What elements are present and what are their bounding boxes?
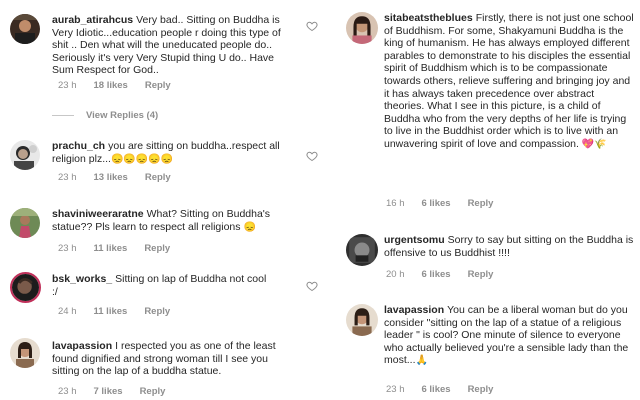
avatar[interactable] — [10, 338, 40, 368]
comment-time: 20 h — [386, 269, 405, 280]
reply-button[interactable]: Reply — [468, 384, 494, 395]
comment-text: lavapassion You can be a liberal woman bu… — [384, 304, 630, 367]
right-comment-column: sitabeatstheblues Firstly, there is not j… — [340, 0, 640, 400]
comment-likes[interactable]: 6 likes — [422, 198, 451, 209]
comment-likes[interactable]: 13 likes — [94, 172, 128, 183]
comment-text: lavapassion I respected you as one of the… — [52, 340, 298, 378]
comment-likes[interactable]: 11 likes — [94, 306, 128, 317]
sad-face-emojis: 😞😞😞😞😞 — [110, 153, 174, 165]
comment-username[interactable]: shaviniweeraratne — [52, 208, 144, 220]
comment-username[interactable]: sitabeatstheblues — [384, 12, 473, 24]
comment-likes[interactable]: 7 likes — [94, 386, 123, 397]
avatar[interactable] — [10, 14, 40, 44]
comment-meta: 23 h 6 likes Reply — [386, 384, 510, 395]
avatar[interactable] — [346, 234, 378, 266]
comment-time: 23 h — [58, 243, 77, 254]
comment-username[interactable]: aurab_atirahcus — [52, 14, 133, 26]
comment-text: shaviniweeraratne What? Sitting on Buddha… — [52, 208, 288, 233]
comment-text: aurab_atirahcus Very bad.. Sitting on Bud… — [52, 14, 294, 77]
heart-wheat-emojis: 💖🌾 — [581, 138, 607, 150]
comment-text: bsk_works_ Sitting on lap of Buddha not c… — [52, 273, 272, 298]
heart-outline-icon[interactable] — [306, 280, 318, 292]
reply-button[interactable]: Reply — [145, 172, 171, 183]
comment-likes[interactable]: 11 likes — [94, 243, 128, 254]
reply-button[interactable]: Reply — [144, 243, 170, 254]
comment-username[interactable]: bsk_works_ — [52, 273, 112, 285]
avatar[interactable] — [10, 272, 41, 303]
reply-button[interactable]: Reply — [140, 386, 166, 397]
comment-body: Firstly, there is not just one school of… — [384, 12, 634, 150]
reply-button[interactable]: Reply — [468, 269, 494, 280]
comment-text: sitabeatstheblues Firstly, there is not j… — [384, 12, 636, 151]
reply-button[interactable]: Reply — [468, 198, 494, 209]
comment-time: 16 h — [386, 198, 405, 209]
comment-meta: 16 h 6 likes Reply — [386, 198, 510, 209]
comment-text: prachu_ch you are sitting on buddha..resp… — [52, 140, 290, 165]
comment-time: 23 h — [58, 80, 77, 91]
comment-likes[interactable]: 6 likes — [422, 384, 451, 395]
heart-outline-icon[interactable] — [306, 20, 318, 32]
comment-username[interactable]: lavapassion — [52, 340, 112, 352]
comment-username[interactable]: lavapassion — [384, 304, 444, 316]
avatar[interactable] — [346, 304, 378, 336]
view-replies-button[interactable]: View Replies (4) — [52, 110, 158, 121]
comment-likes[interactable]: 6 likes — [422, 269, 451, 280]
comment-meta: 23 h 7 likes Reply — [58, 386, 182, 397]
comment-likes[interactable]: 18 likes — [94, 80, 128, 91]
comment-username[interactable]: urgentsomu — [384, 234, 445, 246]
comment-username[interactable]: prachu_ch — [52, 140, 105, 152]
comment-text: urgentsomu Sorry to say but sitting on th… — [384, 234, 634, 259]
comment-time: 23 h — [58, 386, 77, 397]
avatar[interactable] — [10, 208, 40, 238]
comment-meta: 23 h 18 likes Reply — [58, 80, 188, 91]
praying-hands-emoji: 🙏 — [415, 355, 428, 367]
heart-outline-icon[interactable] — [306, 150, 318, 162]
comment-meta: 23 h 13 likes Reply — [58, 172, 188, 183]
comment-time: 23 h — [386, 384, 405, 395]
avatar[interactable] — [346, 12, 378, 44]
reply-button[interactable]: Reply — [145, 80, 171, 91]
avatar[interactable] — [10, 140, 40, 170]
left-comment-column: aurab_atirahcus Very bad.. Sitting on Bud… — [0, 0, 336, 400]
reply-button[interactable]: Reply — [144, 306, 170, 317]
comment-meta: 20 h 6 likes Reply — [386, 269, 510, 280]
view-replies-line — [52, 114, 74, 116]
comment-time: 23 h — [58, 172, 77, 183]
comment-meta: 23 h 11 likes Reply — [58, 243, 187, 254]
comment-meta: 24 h 11 likes Reply — [58, 306, 187, 317]
view-replies-label: View Replies (4) — [86, 110, 159, 121]
comment-time: 24 h — [58, 306, 77, 317]
sad-face-emoji: 😞 — [243, 221, 256, 233]
